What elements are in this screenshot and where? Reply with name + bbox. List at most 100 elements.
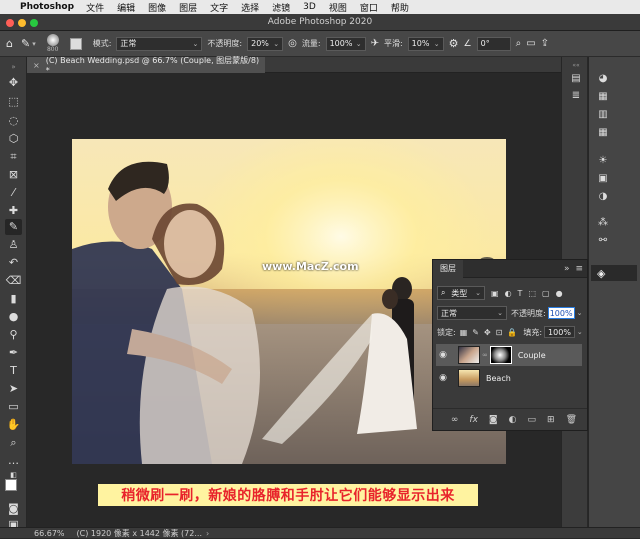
chevron-right-icon[interactable]: › (206, 529, 209, 538)
lock-artboard-icon[interactable]: ⊡ (496, 328, 503, 337)
swatches-icon[interactable]: ▦ (597, 91, 609, 103)
marquee-tool-icon[interactable]: ⬚ (5, 94, 22, 110)
filter-pixel-icon[interactable]: ▣ (491, 289, 499, 298)
angle-input[interactable]: 0° (476, 36, 511, 51)
paths-icon[interactable]: ⁂ (597, 217, 609, 229)
lock-image-icon[interactable]: ✎ (472, 328, 479, 337)
airbrush-icon[interactable]: ✈ (371, 38, 379, 49)
eye-icon[interactable]: ◉ (436, 373, 450, 383)
adjustments-icon[interactable]: ◑ (597, 191, 609, 203)
color-icon[interactable]: ◕ (597, 73, 609, 85)
add-mask-icon[interactable]: ◙ (489, 415, 498, 425)
move-tool-icon[interactable]: ✥ (5, 75, 22, 91)
dodge-tool-icon[interactable]: ⚲ (5, 327, 22, 343)
clone-stamp-tool-icon[interactable]: ♙ (5, 237, 22, 253)
lock-position-icon[interactable]: ✥ (484, 328, 491, 337)
hand-tool-icon[interactable]: ✋ (5, 417, 22, 433)
document-tab[interactable]: × (C) Beach Wedding.psd @ 66.7% (Couple,… (27, 56, 265, 75)
gradients-icon[interactable]: ▥ (597, 109, 609, 121)
layers-panel-tab[interactable]: ◈ (591, 265, 637, 281)
patterns-icon[interactable]: ▦ (597, 127, 609, 139)
blend-mode-select[interactable]: 正常 ⌄ (437, 306, 507, 320)
brush-settings-toggle-icon[interactable] (69, 37, 82, 50)
menu-type[interactable]: 文字 (210, 1, 228, 14)
lock-transparent-icon[interactable]: ▦ (460, 328, 468, 337)
fill-input[interactable]: 100% (544, 326, 575, 338)
smoothing-input[interactable]: 10% ⌄ (407, 36, 444, 51)
new-layer-icon[interactable]: ⊞ (547, 415, 555, 425)
link-icon[interactable]: ∞ (482, 351, 488, 359)
zoom-tool-icon[interactable]: ⌕ (5, 435, 22, 451)
lasso-tool-icon[interactable]: ◌ (5, 113, 22, 129)
blur-tool-icon[interactable]: ● (5, 309, 22, 325)
menu-3d[interactable]: 3D (303, 2, 316, 12)
collapse-toolbar-icon[interactable]: » (5, 59, 22, 75)
chevron-down-icon[interactable]: ⌄ (577, 309, 583, 317)
search-icon[interactable]: ⌕ (516, 38, 522, 49)
menu-app-name[interactable]: Photoshop (20, 2, 74, 12)
history-brush-tool-icon[interactable]: ↶ (5, 255, 22, 271)
eyedropper-tool-icon[interactable]: ⁄ (5, 185, 22, 201)
layer-style-icon[interactable]: fx (469, 415, 478, 425)
learn-icon[interactable]: ☀ (597, 155, 609, 167)
properties-icon[interactable]: ≣ (570, 90, 582, 102)
layer-mask-thumbnail[interactable] (489, 346, 512, 364)
trash-icon[interactable]: 🗑 (566, 415, 577, 425)
mode-select[interactable]: 正常 ⌄ (116, 36, 203, 51)
minimize-window-icon[interactable] (18, 19, 26, 27)
layer-row-beach[interactable]: ◉ Beach (436, 367, 582, 389)
frame-tool-icon[interactable]: ⊠ (5, 167, 22, 183)
history-icon[interactable]: ▤ (570, 73, 582, 85)
zoom-window-icon[interactable] (30, 19, 38, 27)
flow-input[interactable]: 100% ⌄ (325, 36, 366, 51)
pressure-opacity-icon[interactable]: ◎ (288, 38, 297, 49)
layers-panel-title[interactable]: 图层 (433, 259, 463, 278)
foreground-color-swatch[interactable] (5, 479, 17, 491)
menu-edit[interactable]: 编辑 (117, 1, 135, 14)
lock-all-icon[interactable]: 🔒 (507, 328, 517, 337)
menu-file[interactable]: 文件 (86, 1, 104, 14)
tab-close-icon[interactable]: × (33, 61, 40, 70)
panel-menu-icon[interactable]: ≡ (575, 264, 583, 274)
path-selection-tool-icon[interactable]: ➤ (5, 381, 22, 397)
collapse-dock-icon[interactable]: «« (570, 60, 582, 72)
menu-image[interactable]: 图像 (148, 1, 166, 14)
menu-layer[interactable]: 图层 (179, 1, 197, 14)
document-info[interactable]: (C) 1920 像素 x 1442 像素 (72... (77, 528, 202, 539)
crop-tool-icon[interactable]: ⌗ (5, 149, 22, 165)
new-group-icon[interactable]: ▭ (528, 415, 537, 425)
new-adjustment-layer-icon[interactable]: ◐ (509, 415, 517, 425)
menu-select[interactable]: 选择 (241, 1, 259, 14)
object-selection-tool-icon[interactable]: ⬡ (5, 131, 22, 147)
eye-icon[interactable]: ◉ (436, 350, 450, 360)
filter-type-icon[interactable]: T (518, 289, 523, 298)
opacity-input[interactable]: 20% ⌄ (247, 36, 284, 51)
healing-brush-tool-icon[interactable]: ✚ (5, 203, 22, 219)
layer-opacity-input[interactable]: 100% (547, 307, 575, 319)
filter-shape-icon[interactable]: ⬚ (528, 289, 536, 298)
channels-icon[interactable]: ⚯ (597, 235, 609, 247)
rectangle-tool-icon[interactable]: ▭ (5, 399, 22, 415)
type-tool-icon[interactable]: T (5, 363, 22, 379)
brush-tool-icon[interactable]: ✎ ▾ (21, 37, 36, 50)
layer-filter-select[interactable]: ⌕ 类型 ⌄ (437, 286, 485, 300)
brush-tool-icon[interactable]: ✎ (5, 219, 22, 235)
gear-icon[interactable]: ⚙ (449, 37, 459, 50)
quick-mask-icon[interactable]: ◙ (5, 501, 22, 517)
share-icon[interactable]: ⇪ (541, 38, 549, 49)
close-window-icon[interactable] (6, 19, 14, 27)
angle-icon[interactable]: ∠ (464, 39, 472, 49)
filter-toggle-icon[interactable]: ● (556, 289, 563, 298)
gradient-tool-icon[interactable]: ▮ (5, 291, 22, 307)
menu-filter[interactable]: 滤镜 (272, 1, 290, 14)
menu-help[interactable]: 帮助 (391, 1, 409, 14)
eraser-tool-icon[interactable]: ⌫ (5, 273, 22, 289)
pen-tool-icon[interactable]: ✒ (5, 345, 22, 361)
brush-preset-picker[interactable]: 800 (46, 34, 59, 53)
filter-adjustment-icon[interactable]: ◐ (505, 289, 512, 298)
filter-smart-object-icon[interactable]: ▢ (542, 289, 550, 298)
chevron-down-icon[interactable]: ⌄ (577, 328, 583, 336)
libraries-icon[interactable]: ▣ (597, 173, 609, 185)
link-layers-icon[interactable]: ∞ (451, 415, 459, 425)
menu-view[interactable]: 视图 (329, 1, 347, 14)
